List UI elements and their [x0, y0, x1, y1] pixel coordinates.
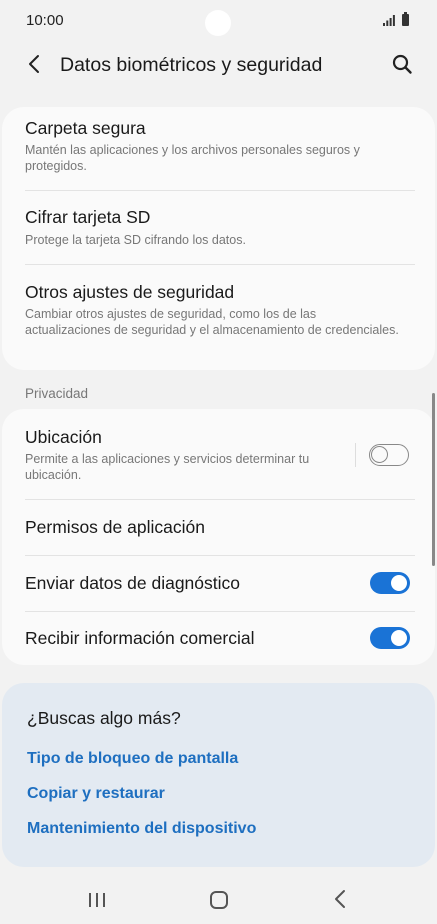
- security-card: Carpeta segura Mantén las aplicaciones y…: [2, 107, 435, 370]
- toggle-knob: [389, 628, 409, 648]
- front-camera: [205, 10, 231, 36]
- section-header-privacidad: Privacidad: [25, 386, 89, 401]
- list-item-otros-ajustes[interactable]: Otros ajustes de seguridad Cambiar otros…: [2, 265, 435, 370]
- page-title: Datos biométricos y seguridad: [60, 54, 323, 76]
- item-title: Ubicación: [25, 427, 102, 447]
- link-copiar-restaurar[interactable]: Copiar y restaurar: [27, 785, 165, 803]
- toggle-separator: [355, 443, 356, 467]
- suggestions-card: ¿Buscas algo más? Tipo de bloqueo de pan…: [2, 683, 435, 867]
- navigation-bar: [0, 876, 437, 924]
- home-icon[interactable]: [209, 890, 229, 910]
- recents-icon[interactable]: [88, 891, 106, 909]
- item-subtitle: Permite a las aplicaciones y servicios d…: [25, 452, 310, 482]
- link-mantenimiento[interactable]: Mantenimiento del dispositivo: [27, 820, 256, 838]
- item-title: Recibir información comercial: [25, 628, 255, 648]
- privacy-card: Ubicación Permite a las aplicaciones y s…: [2, 409, 435, 665]
- toggle-knob: [389, 573, 409, 593]
- search-icon[interactable]: [391, 53, 413, 75]
- item-title: Enviar datos de diagnóstico: [25, 573, 240, 593]
- scrollbar[interactable]: [432, 393, 435, 566]
- marketing-toggle[interactable]: [370, 627, 410, 649]
- link-tipo-bloqueo[interactable]: Tipo de bloqueo de pantalla: [27, 750, 238, 768]
- item-title: Permisos de aplicación: [25, 517, 205, 537]
- location-toggle[interactable]: [369, 444, 409, 466]
- item-title: Otros ajustes de seguridad: [25, 282, 235, 302]
- back-nav-icon[interactable]: [333, 889, 347, 909]
- signal-icon: [383, 15, 395, 26]
- item-subtitle: Mantén las aplicaciones y los archivos p…: [25, 143, 360, 173]
- status-icons: [371, 12, 411, 27]
- app-bar: Datos biométricos y seguridad: [0, 44, 437, 88]
- list-item-carpeta-segura[interactable]: Carpeta segura Mantén las aplicaciones y…: [2, 107, 435, 190]
- list-item-cifrar-tarjeta-sd[interactable]: Cifrar tarjeta SD Protege la tarjeta SD …: [2, 191, 435, 264]
- item-subtitle: Protege la tarjeta SD cifrando los datos…: [25, 233, 246, 247]
- back-icon[interactable]: [24, 53, 46, 75]
- item-title: Cifrar tarjeta SD: [25, 207, 151, 227]
- toggle-knob: [371, 446, 388, 463]
- status-time: 10:00: [26, 12, 64, 29]
- diagnostic-toggle[interactable]: [370, 572, 410, 594]
- list-item-permisos-aplicacion[interactable]: Permisos de aplicación: [2, 500, 435, 555]
- suggestions-title: ¿Buscas algo más?: [27, 708, 181, 728]
- battery-icon: [402, 12, 409, 26]
- status-bar: 10:00: [0, 0, 437, 44]
- item-title: Carpeta segura: [25, 118, 146, 138]
- item-subtitle: Cambiar otros ajustes de seguridad, como…: [25, 307, 399, 337]
